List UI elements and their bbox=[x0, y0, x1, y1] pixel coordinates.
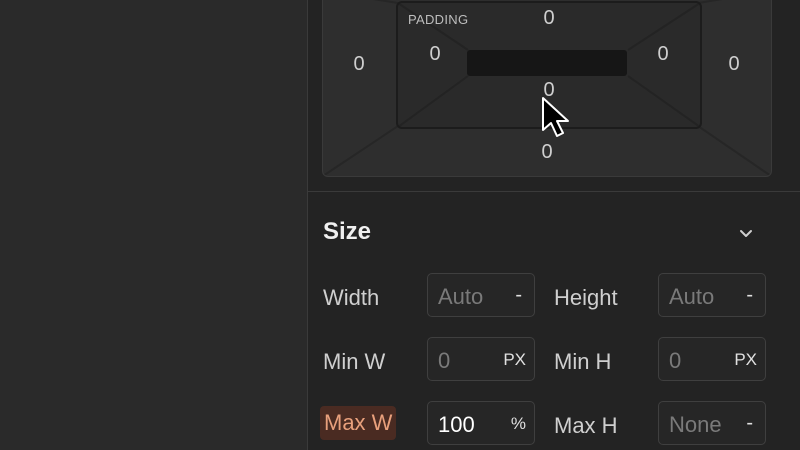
style-panel: 0 0 0 PADDING 0 0 0 0 Size Width Auto - … bbox=[307, 0, 800, 450]
width-label: Width bbox=[323, 285, 380, 310]
margin-right-value[interactable]: 0 bbox=[714, 53, 754, 76]
content-box bbox=[467, 50, 627, 76]
padding-label: PADDING bbox=[408, 12, 469, 27]
max-h-unit[interactable]: - bbox=[746, 412, 753, 435]
min-h-field[interactable]: 0 PX bbox=[658, 337, 766, 381]
height-field[interactable]: Auto - bbox=[658, 273, 766, 317]
margin-bottom-value[interactable]: 0 bbox=[527, 141, 567, 164]
padding-left-value[interactable]: 0 bbox=[415, 43, 455, 66]
padding-right-value[interactable]: 0 bbox=[643, 43, 683, 66]
width-unit[interactable]: - bbox=[515, 284, 522, 307]
section-divider bbox=[308, 191, 800, 192]
size-section-title[interactable]: Size bbox=[323, 218, 371, 246]
width-value[interactable]: Auto bbox=[438, 284, 483, 310]
padding-top-value[interactable]: 0 bbox=[529, 7, 569, 30]
min-w-field[interactable]: 0 PX bbox=[427, 337, 535, 381]
max-w-label[interactable]: Max W bbox=[320, 406, 397, 440]
min-h-value[interactable]: 0 bbox=[669, 348, 681, 374]
max-h-field[interactable]: None - bbox=[658, 401, 766, 445]
max-h-value[interactable]: None bbox=[669, 412, 722, 438]
min-h-unit[interactable]: PX bbox=[734, 350, 757, 370]
min-h-label: Min H bbox=[554, 349, 612, 374]
design-canvas[interactable] bbox=[0, 0, 307, 450]
max-w-field[interactable]: 100 % bbox=[427, 401, 535, 445]
margin-left-value[interactable]: 0 bbox=[339, 53, 379, 76]
max-w-value[interactable]: 100 bbox=[438, 412, 475, 438]
min-w-unit[interactable]: PX bbox=[503, 350, 526, 370]
height-unit[interactable]: - bbox=[746, 284, 753, 307]
min-w-value[interactable]: 0 bbox=[438, 348, 450, 374]
height-value[interactable]: Auto bbox=[669, 284, 714, 310]
width-field[interactable]: Auto - bbox=[427, 273, 535, 317]
height-label: Height bbox=[554, 285, 618, 310]
min-w-label: Min W bbox=[323, 349, 386, 374]
chevron-down-icon[interactable] bbox=[736, 224, 756, 244]
mouse-pointer-icon bbox=[542, 97, 569, 137]
margin-box: 0 0 0 PADDING 0 0 0 0 bbox=[322, 0, 772, 177]
max-h-label: Max H bbox=[554, 413, 618, 438]
max-w-unit[interactable]: % bbox=[511, 414, 526, 434]
